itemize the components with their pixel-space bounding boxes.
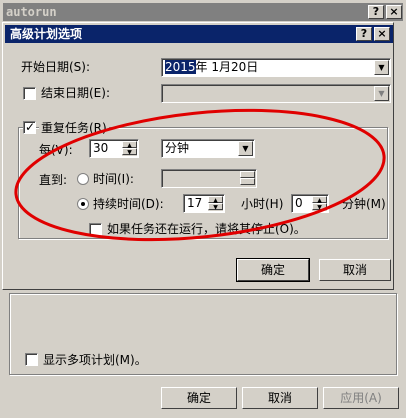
outer-title-bar: autorun — [3, 3, 403, 21]
spin-arrows-icon[interactable] — [240, 171, 255, 186]
dialog-help-button[interactable]: ? — [356, 27, 372, 41]
outer-cancel-button[interactable]: 取消 — [242, 387, 318, 409]
hours-value: 17 — [187, 196, 203, 210]
hours-spinner[interactable]: 17 ▲ ▼ — [183, 194, 225, 213]
chevron-down-icon[interactable]: ▼ — [374, 86, 389, 101]
repeat-task-checkbox[interactable] — [23, 120, 36, 134]
chevron-down-icon[interactable]: ▼ — [374, 60, 389, 75]
chevron-down-icon[interactable]: ▼ — [238, 141, 253, 156]
dialog-cancel-button[interactable]: 取消 — [319, 259, 391, 281]
spin-arrows-icon[interactable]: ▲ ▼ — [122, 141, 137, 156]
spin-arrows-icon[interactable]: ▲ ▼ — [208, 196, 223, 211]
time-radio-label: 时间(I): — [93, 172, 134, 186]
duration-radio[interactable] — [77, 198, 89, 210]
minutes-value: 0 — [295, 196, 303, 210]
duration-radio-label: 持续时间(D): — [93, 197, 164, 211]
end-date-checkbox[interactable] — [23, 87, 36, 100]
repeat-task-label: 重复任务(R) — [39, 121, 109, 135]
start-date-rest: 年 1月20日 — [195, 60, 259, 74]
advanced-schedule-dialog: 高级计划选项 ? × 开始日期(S): 2015年 1月20日 ▼ 结束日期(E… — [2, 22, 394, 290]
stop-if-running-checkbox[interactable] — [89, 223, 102, 236]
every-label: 每(V): — [39, 143, 73, 157]
every-interval-value: 30 — [93, 141, 109, 155]
outer-close-button[interactable]: × — [386, 5, 402, 19]
every-interval-spinner[interactable]: 30 ▲ ▼ — [89, 139, 139, 158]
show-multiple-label: 显示多项计划(M)。 — [43, 353, 147, 367]
until-label: 直到: — [39, 173, 68, 187]
end-date-label: 结束日期(E): — [41, 86, 110, 100]
outer-window-title: autorun — [6, 5, 57, 19]
start-date-year: 2015 — [165, 60, 196, 74]
stop-if-running-label: 如果任务还在运行，请将其停止(O)。 — [107, 222, 306, 236]
outer-apply-button[interactable]: 应用(A) — [323, 387, 399, 409]
time-input[interactable] — [161, 169, 257, 188]
interval-unit-select[interactable]: 分钟 ▼ — [161, 139, 255, 158]
time-radio[interactable] — [77, 173, 89, 185]
hours-label: 小时(H) — [241, 197, 284, 211]
dialog-ok-button[interactable]: 确定 — [236, 258, 310, 282]
spin-arrows-icon[interactable]: ▲ ▼ — [312, 196, 327, 211]
interval-unit-value: 分钟 — [165, 141, 190, 155]
outer-ok-button[interactable]: 确定 — [161, 387, 237, 409]
start-date-picker[interactable]: 2015年 1月20日 ▼ — [161, 58, 391, 77]
outer-help-button[interactable]: ? — [368, 5, 384, 19]
start-date-label: 开始日期(S): — [21, 60, 91, 74]
dialog-title-bar: 高级计划选项 — [5, 25, 393, 43]
dialog-close-button[interactable]: × — [374, 27, 390, 41]
show-multiple-checkbox[interactable] — [25, 353, 38, 366]
minutes-spinner[interactable]: 0 ▲ ▼ — [291, 194, 329, 213]
end-date-picker[interactable]: ▼ — [161, 84, 391, 103]
dialog-title: 高级计划选项 — [10, 27, 83, 41]
minutes-label: 分钟(M) — [342, 197, 386, 211]
